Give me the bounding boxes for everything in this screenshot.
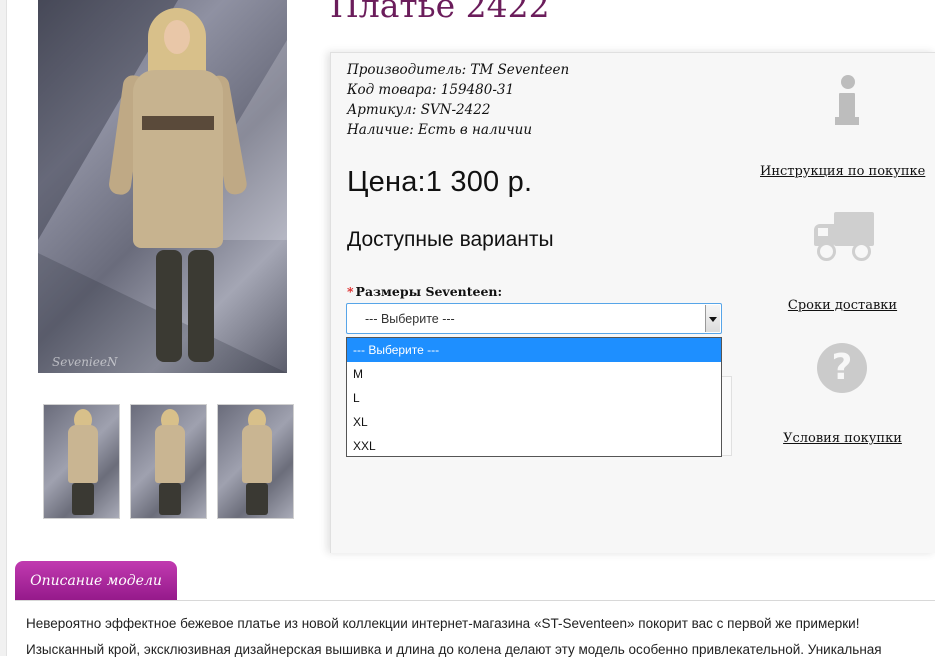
model-boot [188, 250, 214, 362]
dress-embroidery [142, 116, 214, 130]
thumb-figure-boots [246, 483, 268, 515]
tab-description-label: Описание модели [30, 573, 162, 589]
size-option-xl[interactable]: XL [347, 410, 721, 434]
meta-article: Артикул: SVN-2422 [347, 102, 491, 118]
description-line-1: Невероятно эффектное бежевое платье из н… [26, 616, 860, 631]
size-option-xxl[interactable]: XXL [347, 434, 721, 458]
size-option-placeholder[interactable]: --- Выберите --- [347, 338, 721, 362]
size-select-value: --- Выберите --- [365, 312, 455, 326]
size-label-text: Размеры Seventeen: [355, 284, 503, 299]
description-line-2: Изысканный крой, эксклюзивная дизайнерск… [26, 642, 882, 657]
chevron-down-icon[interactable] [705, 305, 720, 332]
product-title: Платье 2422 [330, 0, 550, 25]
sidebar-delivery: Сроки доставки [760, 212, 925, 317]
truck-icon-wheel [852, 242, 871, 261]
thumbnail-2[interactable] [130, 404, 207, 519]
thumb-figure-boots [72, 483, 94, 515]
thumbnail-3[interactable] [217, 404, 294, 519]
meta-product-code: Код товара: 159480-31 [347, 82, 515, 98]
product-price: Цена:1 300 р. [347, 166, 533, 198]
sidebar-terms: ? Условия покупки [760, 343, 925, 453]
size-option-m[interactable]: M [347, 362, 721, 386]
truck-icon [814, 212, 876, 262]
size-label: * Размеры Seventeen: [347, 284, 502, 299]
required-mark: * [347, 284, 354, 299]
product-description: Невероятно эффектное бежевое платье из н… [26, 611, 931, 663]
info-icon-base [835, 117, 859, 125]
truck-icon-body [834, 212, 874, 246]
question-icon: ? [817, 343, 867, 393]
thumb-figure-boots [159, 483, 181, 515]
model-face [164, 20, 190, 54]
truck-icon-window [818, 228, 828, 236]
product-meta: Производитель: ТМ Seventeen Код товара: … [347, 60, 569, 140]
image-watermark: SevenieeN [52, 355, 118, 369]
model-dress [133, 70, 223, 248]
thumb-figure-dress [155, 425, 185, 483]
sidebar-instructions: Инструкция по покупке [760, 75, 925, 185]
info-icon [835, 75, 863, 129]
thumb-figure-dress [68, 425, 98, 483]
terms-link[interactable]: Условия покупки [760, 431, 925, 446]
product-main-image[interactable]: SevenieeN [38, 0, 287, 373]
variants-heading: Доступные варианты [347, 228, 554, 251]
size-dropdown-list: --- Выберите --- M L XL XXL [346, 337, 722, 457]
tab-divider [15, 600, 935, 601]
meta-manufacturer: Производитель: ТМ Seventeen [347, 62, 570, 78]
delivery-link[interactable]: Сроки доставки [760, 298, 925, 313]
tab-description[interactable]: Описание модели [15, 561, 177, 601]
thumbnail-1[interactable] [43, 404, 120, 519]
info-icon-dot [841, 75, 855, 89]
meta-availability: Наличие: Есть в наличии [347, 122, 533, 138]
instructions-link[interactable]: Инструкция по покупке [760, 164, 925, 179]
page-left-edge [0, 0, 7, 656]
size-select[interactable]: --- Выберите --- [346, 303, 722, 334]
model-boot [156, 250, 182, 362]
size-option-l[interactable]: L [347, 386, 721, 410]
thumb-figure-dress [242, 425, 272, 483]
truck-icon-wheel [817, 242, 836, 261]
